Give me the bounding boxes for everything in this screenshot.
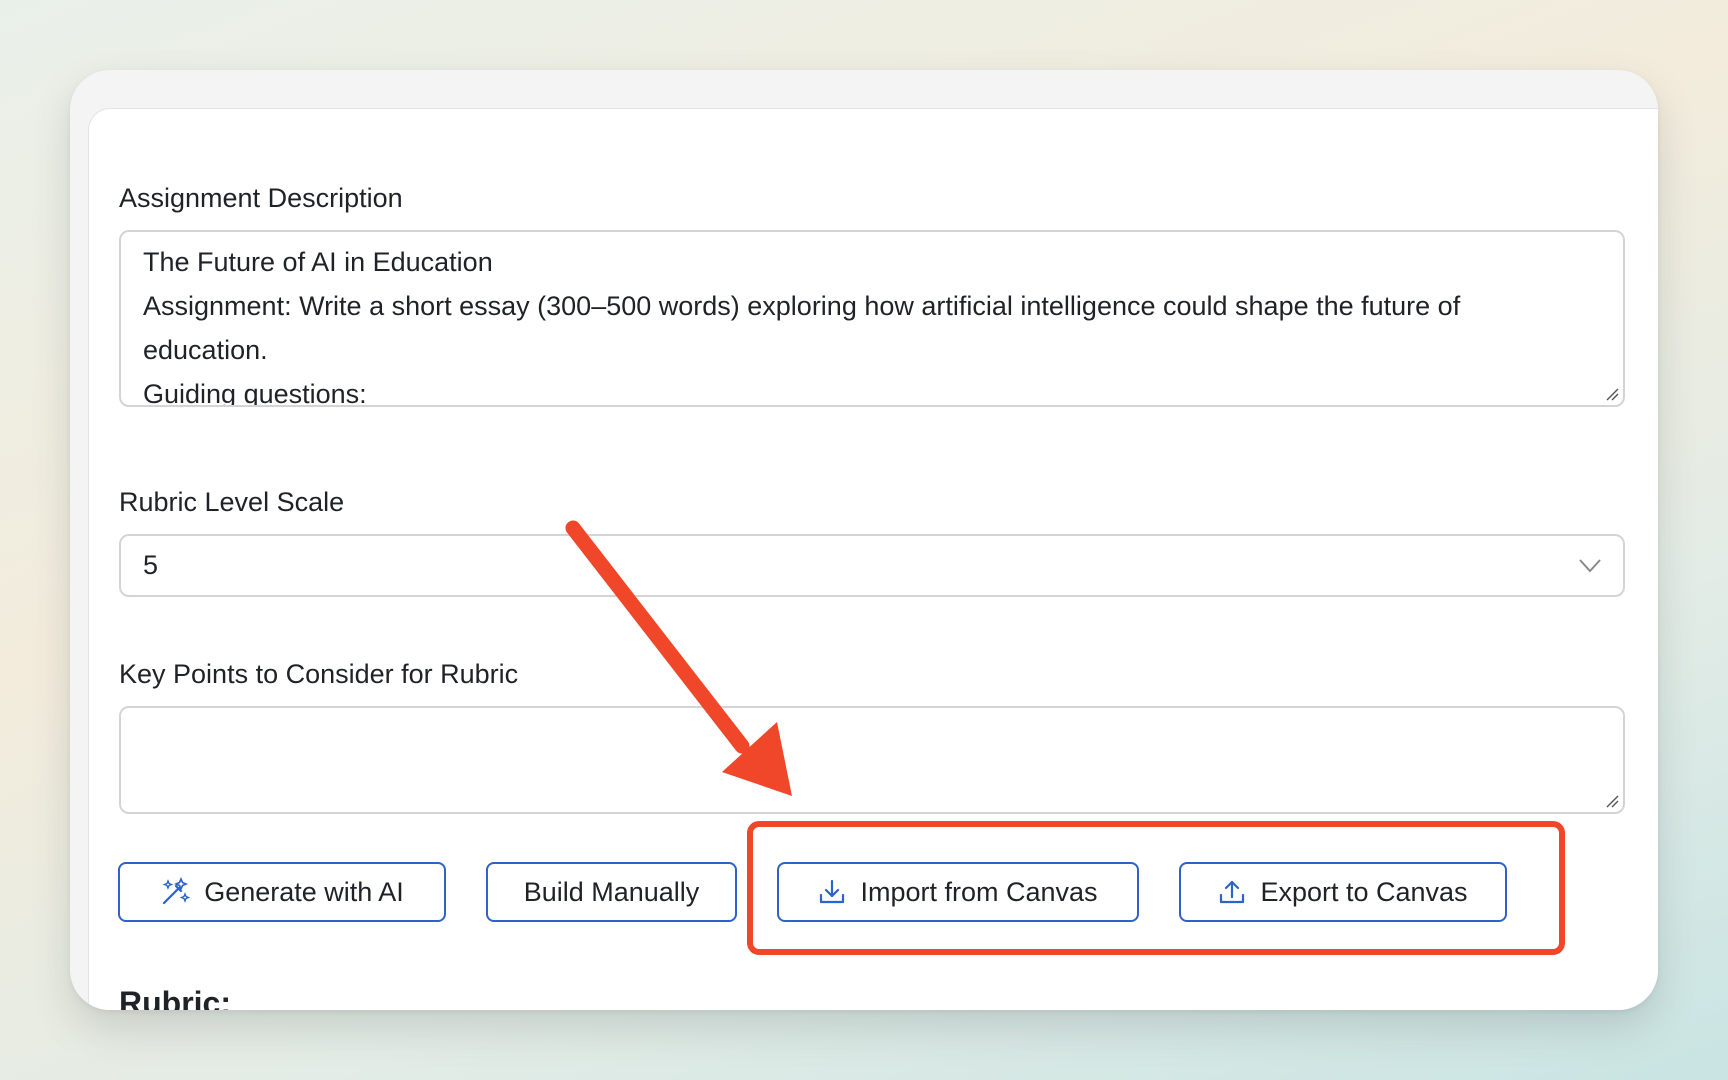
assignment-description-textarea[interactable]: The Future of AI in Education Assignment… (119, 230, 1625, 407)
assignment-line: The Future of AI in Education (143, 247, 493, 277)
key-points-label: Key Points to Consider for Rubric (119, 659, 519, 689)
resize-handle-icon[interactable] (1605, 794, 1619, 808)
key-points-textarea[interactable] (119, 706, 1625, 814)
generate-with-ai-label: Generate with AI (204, 876, 404, 907)
generate-with-ai-button[interactable]: Generate with AI (118, 862, 446, 922)
rubric-level-scale-select[interactable]: 5 (119, 534, 1625, 597)
magic-wand-icon (162, 877, 191, 905)
rubric-level-scale-value: 5 (143, 550, 159, 580)
resize-handle-icon[interactable] (1605, 387, 1619, 401)
assignment-line: education. (143, 335, 268, 365)
build-manually-button[interactable]: Build Manually (486, 862, 737, 922)
assignment-line: Guiding questions: (143, 379, 367, 407)
rubric-level-scale-label: Rubric Level Scale (119, 487, 345, 517)
assignment-line: Assignment: Write a short essay (300–500… (143, 291, 1461, 321)
chevron-down-icon (1579, 558, 1601, 572)
build-manually-label: Build Manually (523, 876, 700, 907)
assignment-description-label: Assignment Description (119, 183, 403, 213)
rubric-heading: Rubric: (119, 985, 231, 1010)
annotation-highlight-box (747, 821, 1565, 955)
